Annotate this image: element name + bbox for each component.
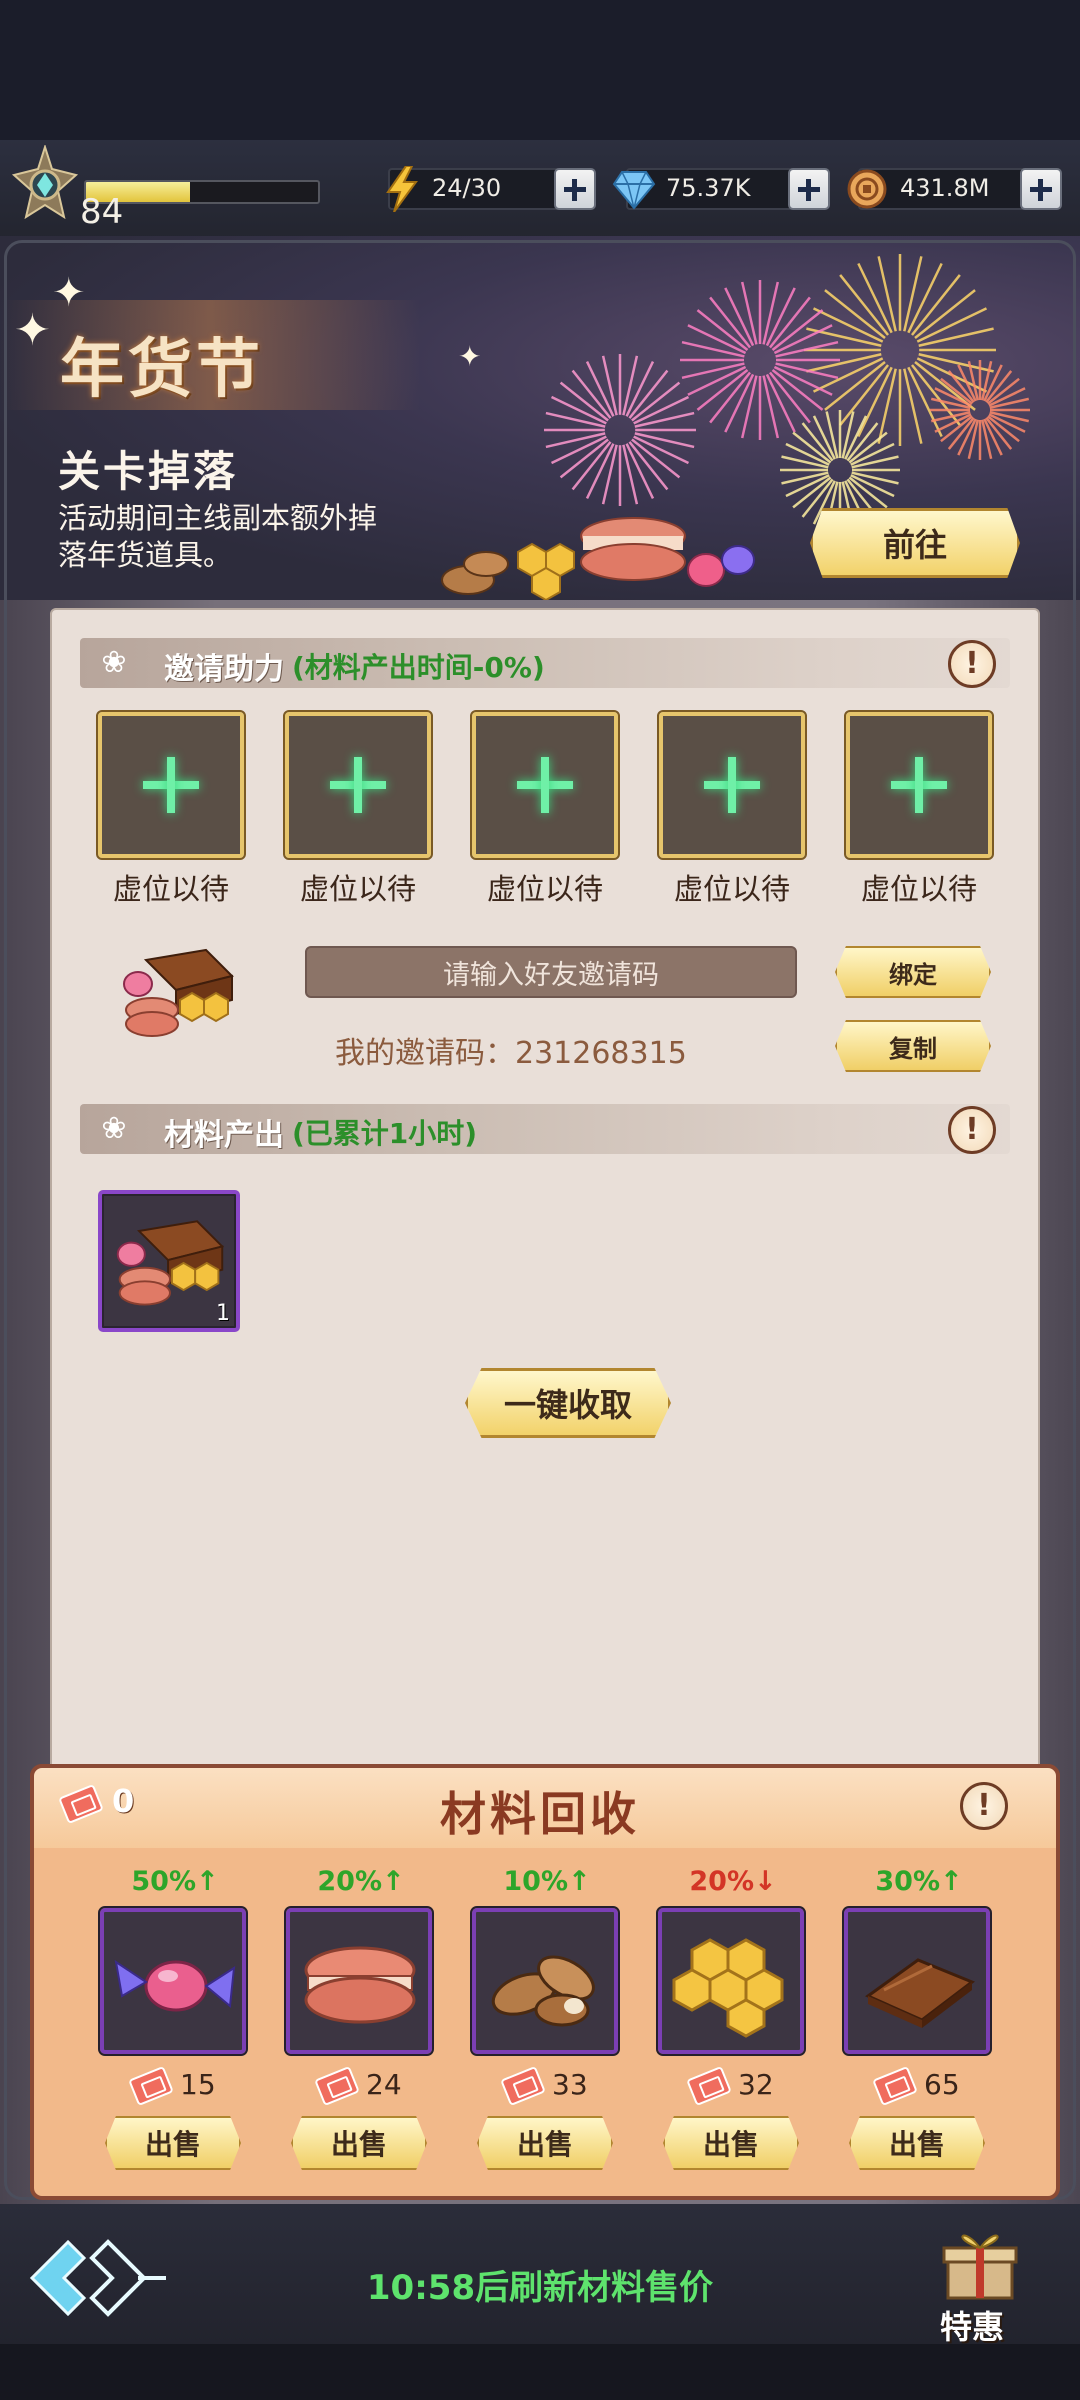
ticket-count: 0 [112, 1782, 135, 1820]
sell-button[interactable]: 出售 [477, 2116, 613, 2170]
output-section-title: 材料产出 [164, 1118, 284, 1153]
slot-label: 虚位以待 [299, 872, 416, 906]
chocolate-icon [865, 1958, 976, 2028]
lightning-icon [386, 166, 418, 212]
refresh-countdown: 10:58后刷新材料售价 [366, 2268, 714, 2308]
output-section-header: ❀ 材料产出 (已累计1小时) ! [80, 1104, 1010, 1154]
diamond-icon [612, 171, 656, 210]
flower-icon: ❀ [101, 645, 127, 680]
flower-icon: ❀ [101, 1111, 127, 1146]
recycle-title: 材料回收 [440, 1787, 640, 1841]
coin-icon [847, 169, 887, 209]
invite-slot[interactable] [470, 710, 620, 860]
invite-section-header: ❀ 邀请助力 (材料产出时间-0%) ! [80, 638, 1010, 688]
slot-label: 虚位以待 [860, 872, 977, 906]
plus-icon [704, 757, 760, 813]
info-icon[interactable]: ! [960, 1782, 1008, 1830]
sell-button[interactable]: 出售 [663, 2116, 799, 2170]
plus-icon [143, 757, 199, 813]
special-deal-label[interactable]: 特惠 [940, 2302, 1004, 2348]
gift-box-icon[interactable] [930, 2222, 1030, 2302]
level-emblem-icon[interactable] [6, 145, 84, 231]
candy-icon [114, 1959, 236, 2012]
material-slot-macaron[interactable] [284, 1906, 434, 2056]
price-change: 20%↑ [317, 1866, 405, 1897]
my-invite-code: 我的邀请码：231268315 [335, 1036, 687, 1071]
gift-goods-icon [116, 1220, 225, 1306]
material-slot-honeycomb[interactable] [656, 1906, 806, 2056]
material-slot-almond[interactable] [470, 1906, 620, 2056]
material-price: 15 [180, 2068, 216, 2101]
material-price: 33 [552, 2068, 588, 2101]
plus-icon [330, 757, 386, 813]
collect-all-button[interactable]: 一键收取 [465, 1368, 671, 1438]
copy-button[interactable]: 复制 [835, 1020, 991, 1072]
price-change: 20%↓ [689, 1866, 777, 1897]
player-level: 84 [80, 192, 124, 232]
almond-icon [491, 1955, 595, 2027]
invite-slot[interactable] [657, 710, 807, 860]
plus-icon [517, 757, 573, 813]
invite-section-note: (材料产出时间-0%) [292, 651, 545, 684]
material-price: 24 [366, 2068, 402, 2101]
invite-slot[interactable] [96, 710, 246, 860]
price-change: 30%↑ [875, 1866, 963, 1897]
price-change: 50%↑ [131, 1866, 219, 1897]
material-price: 32 [738, 2068, 774, 2101]
plus-icon [891, 757, 947, 813]
slot-label: 虚位以待 [673, 872, 790, 906]
invite-slot[interactable] [844, 710, 994, 860]
material-price: 65 [924, 2068, 960, 2101]
bind-button[interactable]: 绑定 [835, 946, 991, 998]
material-slot-chocolate[interactable] [842, 1906, 992, 2056]
gift-goods-icon [123, 948, 234, 1037]
invite-section-title: 邀请助力 [164, 652, 284, 687]
add-energy-button[interactable] [554, 168, 596, 210]
sell-button[interactable]: 出售 [291, 2116, 427, 2170]
add-gem-button[interactable] [788, 168, 830, 210]
slot-label: 虚位以待 [112, 872, 229, 906]
price-change: 10%↑ [503, 1866, 591, 1897]
energy-value: 24/30 [432, 174, 502, 202]
material-slot-candy[interactable] [98, 1906, 248, 2056]
item-count: 1 [216, 1301, 230, 1326]
output-item-slot[interactable]: 1 [98, 1190, 240, 1332]
add-coin-button[interactable] [1020, 168, 1062, 210]
invite-code-input[interactable]: 请输入好友邀请码 [305, 946, 797, 998]
coin-value: 431.8M [900, 174, 990, 202]
info-icon[interactable]: ! [948, 640, 996, 688]
slot-label: 虚位以待 [486, 872, 603, 906]
honeycomb-icon [672, 1938, 784, 2038]
invite-slot[interactable] [283, 710, 433, 860]
macaron-icon [304, 1946, 416, 2024]
output-section-note: (已累计1小时) [292, 1117, 478, 1150]
sell-button[interactable]: 出售 [105, 2116, 241, 2170]
info-icon[interactable]: ! [948, 1106, 996, 1154]
system-nav-strip [0, 2344, 1080, 2400]
gem-value: 75.37K [666, 174, 751, 202]
sell-button[interactable]: 出售 [849, 2116, 985, 2170]
